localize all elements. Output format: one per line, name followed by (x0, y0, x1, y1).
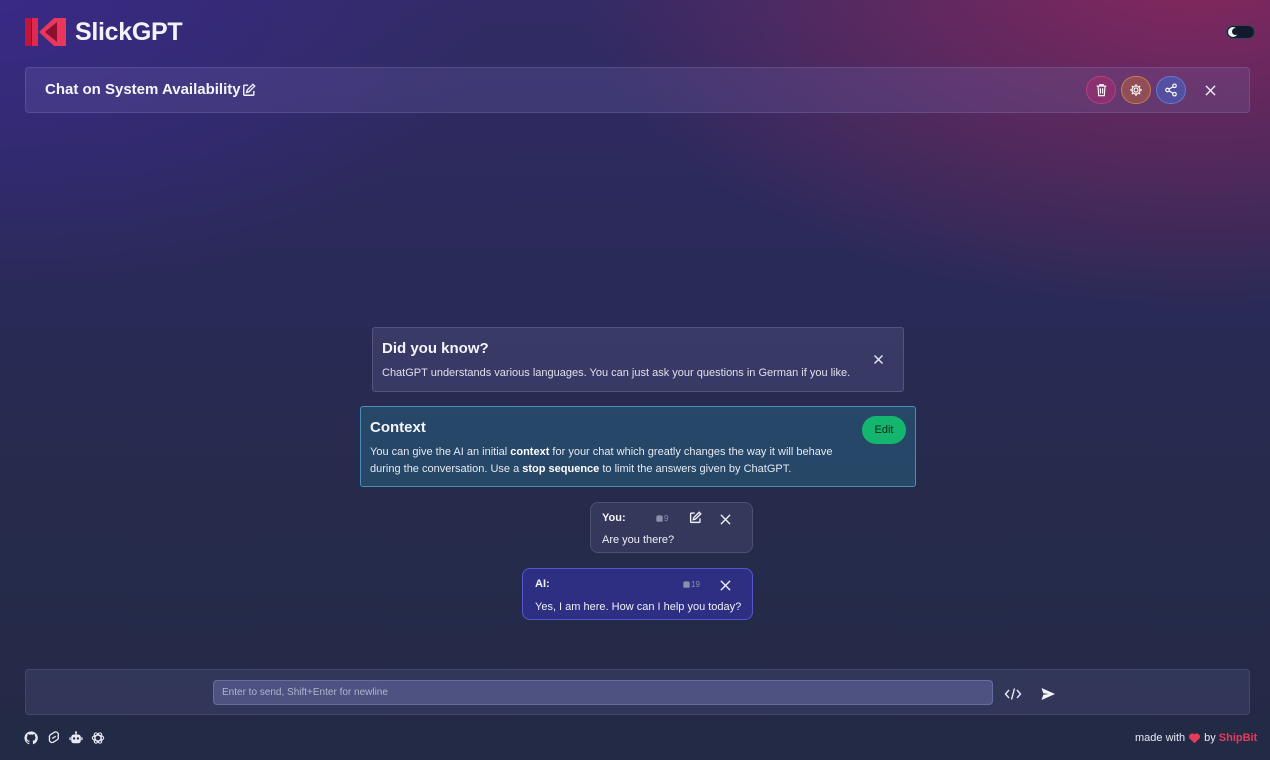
tip-card (372, 327, 904, 392)
svelte-link[interactable] (47, 731, 61, 745)
message-text: Are you there? (602, 534, 675, 546)
by-text: by (1204, 732, 1216, 744)
token-count: 19 (683, 580, 700, 589)
app-name: SlickGPT (75, 17, 183, 46)
edit-context-button[interactable]: Edit (862, 416, 906, 444)
ai-message: AI: 19 Yes, I am here. How can I help yo… (522, 568, 753, 620)
chat-title: Chat on System Availability (45, 81, 241, 98)
close-icon (720, 580, 731, 591)
tip-title: Did you know? (382, 340, 489, 357)
robot-icon (69, 731, 83, 744)
edit-title-button[interactable] (242, 83, 256, 97)
send-button[interactable] (1040, 686, 1056, 702)
shipbit-link[interactable]: ShipBit (1219, 732, 1258, 744)
moon-icon (1228, 27, 1239, 37)
database-icon (683, 580, 690, 588)
context-text-1: You can give the AI an initial (370, 446, 511, 458)
delete-chat-button[interactable] (1086, 76, 1116, 104)
code-button[interactable] (1004, 686, 1022, 702)
token-count-value: 19 (691, 580, 700, 589)
context-text-3: to limit the answers given by ChatGPT. (599, 463, 792, 475)
close-icon (874, 355, 883, 364)
pencil-square-icon (689, 511, 702, 524)
message-text: Yes, I am here. How can I help you today… (535, 601, 742, 613)
close-icon (720, 514, 731, 525)
openai-icon (91, 732, 105, 744)
token-count: 9 (656, 514, 668, 523)
paper-plane-icon (1041, 688, 1055, 700)
message-sender: You: (602, 512, 626, 524)
tip-text: ChatGPT understands various languages. Y… (382, 367, 851, 379)
made-with-text: made with (1135, 732, 1186, 744)
openai-link[interactable] (91, 731, 105, 745)
database-icon (656, 514, 663, 522)
robot-link[interactable] (69, 731, 83, 745)
trash-icon (1096, 84, 1106, 97)
settings-button[interactable] (1121, 76, 1151, 104)
delete-message-button[interactable] (720, 578, 732, 591)
gear-icon (1130, 84, 1142, 96)
github-link[interactable] (24, 731, 38, 745)
close-icon (1204, 84, 1216, 96)
stop-sequence-keyword: stop sequence (522, 463, 600, 475)
dismiss-tip-button[interactable] (871, 352, 886, 367)
made-with-credit: made with by ShipBit (1135, 732, 1257, 744)
pencil-square-icon (243, 83, 256, 96)
user-message: You: 9 Are you there? (590, 502, 753, 553)
theme-toggle[interactable] (1226, 25, 1255, 39)
slickgpt-logo-icon (25, 18, 66, 46)
delete-message-button[interactable] (720, 512, 732, 525)
edit-message-button[interactable] (689, 511, 703, 525)
code-icon (1004, 688, 1022, 700)
context-description: You can give the AI an initial context f… (370, 444, 855, 478)
context-keyword: context (510, 446, 550, 458)
share-icon (1165, 83, 1177, 97)
message-input[interactable] (213, 680, 993, 705)
close-chat-button[interactable] (1199, 79, 1221, 101)
github-icon (24, 731, 38, 745)
heart-icon (1189, 733, 1201, 744)
share-button[interactable] (1156, 76, 1186, 104)
message-sender: AI: (535, 578, 550, 590)
token-count-value: 9 (664, 514, 669, 523)
app-logo[interactable]: SlickGPT (25, 16, 183, 48)
context-title: Context (370, 419, 426, 436)
svelte-icon (48, 731, 60, 744)
